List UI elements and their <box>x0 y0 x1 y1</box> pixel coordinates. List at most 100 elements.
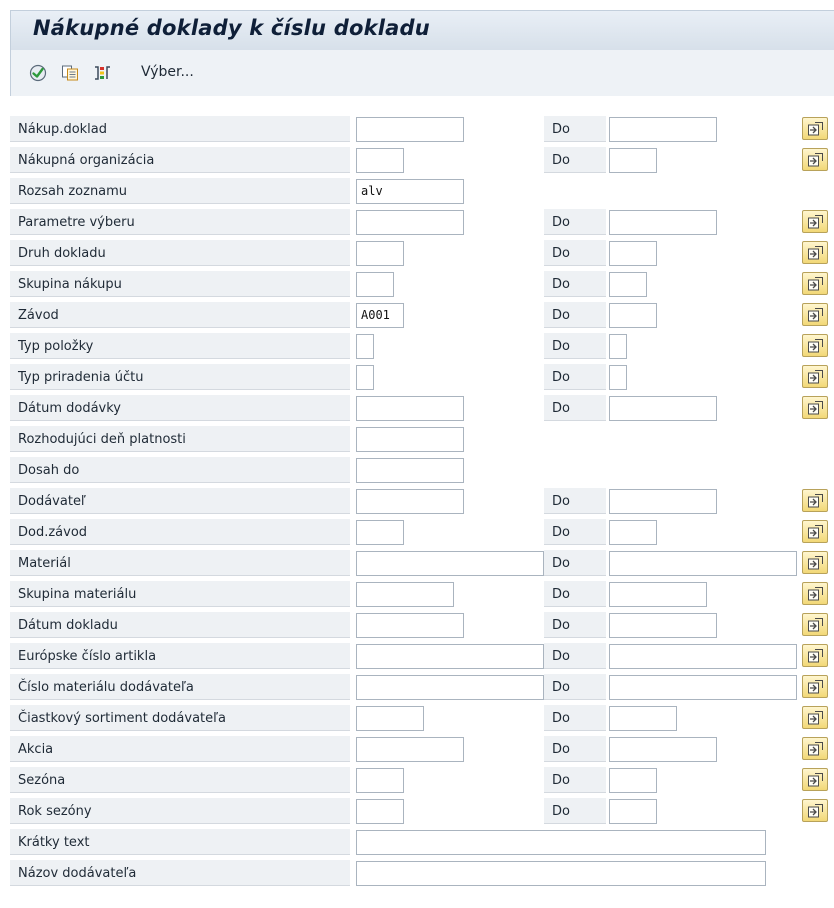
dod-zavod-input[interactable] <box>356 520 404 545</box>
sezona-input[interactable] <box>356 768 404 793</box>
dosah-do-input[interactable] <box>356 458 464 483</box>
field-row-typ-polozky: Typ položky Do <box>10 331 834 362</box>
field-row-skupina-nakupu: Skupina nákupu Do <box>10 269 834 300</box>
field-label: Dátum dodávky <box>10 395 350 421</box>
druh-dokladu-input[interactable] <box>356 241 404 266</box>
cislo-materialu-dodavatela-to-input[interactable] <box>609 675 797 700</box>
multiple-selection-arrow-icon <box>808 773 823 787</box>
skupina-materialu-to-input[interactable] <box>609 582 707 607</box>
sezona-to-input[interactable] <box>609 768 657 793</box>
multiple-selection-button[interactable] <box>802 675 828 698</box>
datum-dodavky-to-input[interactable] <box>609 396 717 421</box>
field-label: Číslo materiálu dodávateľa <box>10 674 350 700</box>
parametre-vyberu-to-input[interactable] <box>609 210 717 235</box>
europske-cislo-artikla-to-input[interactable] <box>609 644 797 669</box>
dodavatel-input[interactable] <box>356 489 464 514</box>
field-row-sezona: Sezóna Do <box>10 765 834 796</box>
to-label: Do <box>544 116 606 142</box>
zavod-input[interactable]: A001 <box>356 303 404 328</box>
to-label: Do <box>544 581 606 607</box>
multiple-selection-button[interactable] <box>802 117 828 140</box>
multiple-selection-button[interactable] <box>802 551 828 574</box>
ciastkovy-sortiment-dodavatela-input[interactable] <box>356 706 424 731</box>
dodavatel-to-input[interactable] <box>609 489 717 514</box>
parametre-vyberu-input[interactable] <box>356 210 464 235</box>
multiple-selection-button[interactable] <box>802 706 828 729</box>
multiple-selection-button[interactable] <box>802 613 828 636</box>
datum-dodavky-input[interactable] <box>356 396 464 421</box>
multiple-selection-button[interactable] <box>802 303 828 326</box>
typ-priradenia-uctu-to-input[interactable] <box>609 365 627 390</box>
zavod-to-input[interactable] <box>609 303 657 328</box>
field-row-datum-dokladu: Dátum dokladu Do <box>10 610 834 641</box>
multiple-selection-button[interactable] <box>802 210 828 233</box>
field-row-nazov-dodavatela: Názov dodávateľa <box>10 858 834 889</box>
typ-polozky-to-input[interactable] <box>609 334 627 359</box>
multiple-selection-button[interactable] <box>802 768 828 791</box>
multiple-selection-button[interactable] <box>802 582 828 605</box>
nazov-dodavatela-input[interactable] <box>356 861 766 886</box>
multiple-selection-button[interactable] <box>802 520 828 543</box>
rozhodujuci-den-platnosti-input[interactable] <box>356 427 464 452</box>
to-label: Do <box>544 364 606 390</box>
to-label: Do <box>544 736 606 762</box>
multiple-selection-arrow-icon <box>808 680 823 694</box>
nakup-doklad-input[interactable] <box>356 117 464 142</box>
execute-icon[interactable] <box>29 64 47 82</box>
field-label: Nákupná organizácia <box>10 147 350 173</box>
typ-polozky-input[interactable] <box>356 334 374 359</box>
selection-options-icon[interactable] <box>93 64 111 82</box>
field-row-datum-dodavky: Dátum dodávky Do <box>10 393 834 424</box>
multiple-selection-button[interactable] <box>802 799 828 822</box>
field-row-europske-cislo-artikla: Európske číslo artikla Do <box>10 641 834 672</box>
to-label: Do <box>544 612 606 638</box>
multiple-selection-button[interactable] <box>802 241 828 264</box>
multiple-selection-button[interactable] <box>802 737 828 760</box>
page-title: Nákupné doklady k číslu dokladu <box>33 16 430 40</box>
europske-cislo-artikla-input[interactable] <box>356 644 544 669</box>
multiple-selection-button[interactable] <box>802 644 828 667</box>
multiple-selection-arrow-icon <box>808 494 823 508</box>
multiple-selection-button[interactable] <box>802 365 828 388</box>
skupina-materialu-input[interactable] <box>356 582 454 607</box>
cislo-materialu-dodavatela-input[interactable] <box>356 675 544 700</box>
typ-priradenia-uctu-input[interactable] <box>356 365 374 390</box>
material-input[interactable] <box>356 551 544 576</box>
field-row-nakupna-organizacia: Nákupná organizácia Do <box>10 145 834 176</box>
to-label: Do <box>544 705 606 731</box>
datum-dokladu-input[interactable] <box>356 613 464 638</box>
multiple-selection-button[interactable] <box>802 148 828 171</box>
field-label: Akcia <box>10 736 350 762</box>
ciastkovy-sortiment-dodavatela-to-input[interactable] <box>609 706 677 731</box>
druh-dokladu-to-input[interactable] <box>609 241 657 266</box>
multiple-selection-arrow-icon <box>808 153 823 167</box>
kratky-text-input[interactable] <box>356 830 766 855</box>
material-to-input[interactable] <box>609 551 797 576</box>
rok-sezony-input[interactable] <box>356 799 404 824</box>
multiple-selection-button[interactable] <box>802 396 828 419</box>
skupina-nakupu-input[interactable] <box>356 272 394 297</box>
to-label: Do <box>544 209 606 235</box>
dod-zavod-to-input[interactable] <box>609 520 657 545</box>
selection-options-button[interactable]: Výber... <box>141 64 194 80</box>
multiple-selection-button[interactable] <box>802 489 828 512</box>
multiple-selection-arrow-icon <box>808 370 823 384</box>
field-row-rok-sezony: Rok sezóny Do <box>10 796 834 827</box>
datum-dokladu-to-input[interactable] <box>609 613 717 638</box>
selection-screen: Nákup.doklad Do Nákupná organizácia Do Rozsa… <box>10 114 834 889</box>
get-variant-icon[interactable] <box>61 64 79 82</box>
multiple-selection-button[interactable] <box>802 334 828 357</box>
akcia-to-input[interactable] <box>609 737 717 762</box>
to-label: Do <box>544 302 606 328</box>
multiple-selection-button[interactable] <box>802 272 828 295</box>
akcia-input[interactable] <box>356 737 464 762</box>
field-row-typ-priradenia-uctu: Typ priradenia účtu Do <box>10 362 834 393</box>
nakupna-organizacia-to-input[interactable] <box>609 148 657 173</box>
nakup-doklad-to-input[interactable] <box>609 117 717 142</box>
field-label: Rozsah zoznamu <box>10 178 350 204</box>
nakupna-organizacia-input[interactable] <box>356 148 404 173</box>
rok-sezony-to-input[interactable] <box>609 799 657 824</box>
rozsah-zoznamu-input[interactable]: alv <box>356 179 464 204</box>
application-toolbar: Výber... <box>10 50 834 96</box>
skupina-nakupu-to-input[interactable] <box>609 272 647 297</box>
